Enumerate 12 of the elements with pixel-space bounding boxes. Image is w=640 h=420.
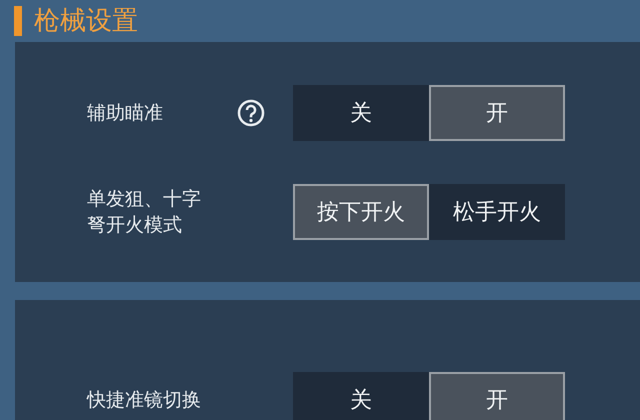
setting-label: 辅助瞄准 bbox=[87, 101, 164, 126]
toggle-option[interactable]: 关 bbox=[293, 372, 429, 420]
setting-label: 快捷准镜切换 bbox=[87, 388, 202, 413]
toggle-option[interactable]: 开 bbox=[429, 85, 565, 141]
section-title: 枪械设置 bbox=[34, 8, 138, 34]
toggle-option[interactable]: 开 bbox=[429, 372, 565, 420]
toggle-option[interactable]: 关 bbox=[293, 85, 429, 141]
toggle-option[interactable]: 按下开火 bbox=[293, 184, 429, 240]
toggle-option[interactable]: 松手开火 bbox=[429, 184, 565, 240]
accent-bar bbox=[14, 6, 22, 36]
help-icon[interactable] bbox=[237, 99, 265, 127]
setting-label: 单发狙、十字弩开火模式 bbox=[87, 187, 202, 238]
